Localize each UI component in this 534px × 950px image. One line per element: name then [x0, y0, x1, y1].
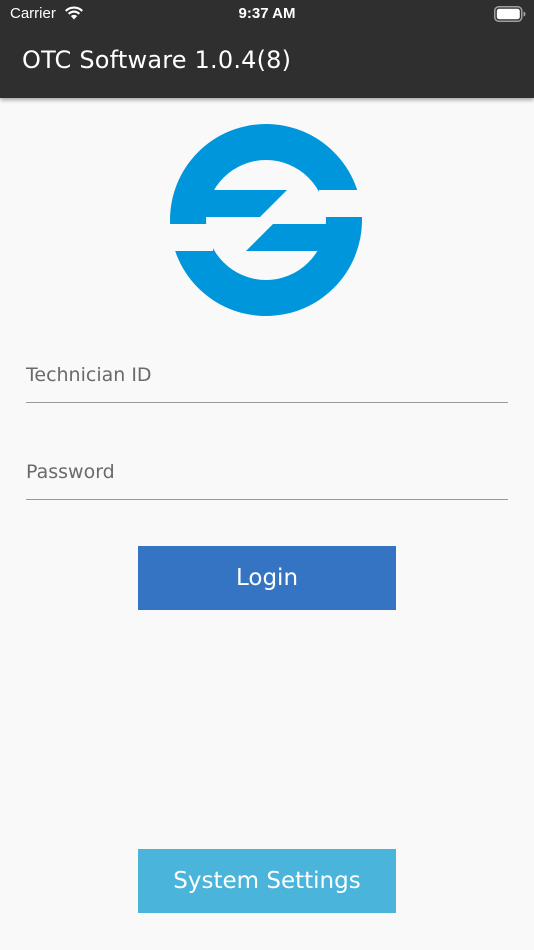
password-field[interactable]	[26, 440, 508, 500]
password-input[interactable]	[26, 440, 508, 499]
otc-logo	[170, 124, 362, 316]
status-bar: Carrier 9:37 AM	[0, 0, 534, 28]
battery-full-icon	[494, 6, 526, 22]
technician-id-field[interactable]	[26, 343, 508, 403]
status-time: 9:37 AM	[238, 5, 296, 22]
login-button[interactable]: Login	[138, 546, 396, 610]
app-title: OTC Software 1.0.4(8)	[22, 46, 292, 74]
login-screen: Carrier 9:37 AM OTC Software 1.0.4(8) Te…	[0, 0, 534, 950]
technician-id-input[interactable]	[26, 343, 508, 402]
system-settings-button[interactable]: System Settings	[138, 849, 396, 913]
app-header: Carrier 9:37 AM OTC Software 1.0.4(8)	[0, 0, 534, 98]
